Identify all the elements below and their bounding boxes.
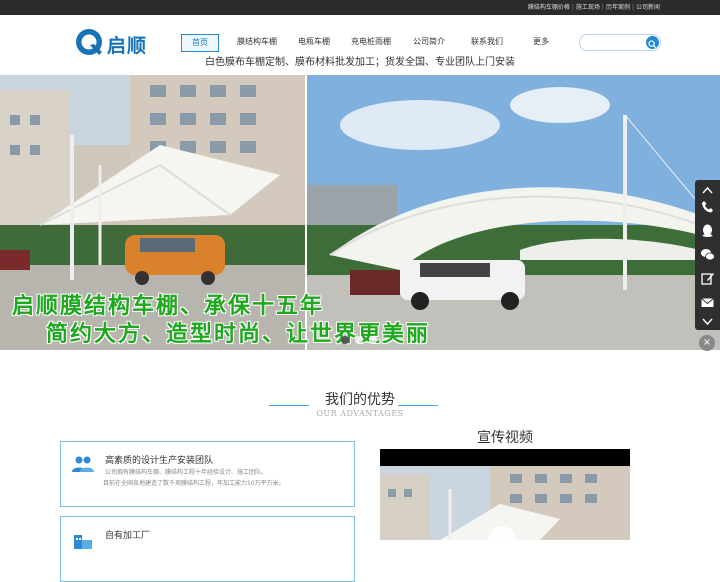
nav-item-membrane-carport[interactable]: 膜结构车棚 — [233, 34, 281, 50]
search-input[interactable] — [584, 36, 646, 49]
hero-banner[interactable]: 启顺膜结构车棚、承保十五年 简约大方、造型时尚、让世界更美丽 — [0, 75, 720, 350]
wechat-icon[interactable] — [700, 247, 715, 262]
slider-dot[interactable] — [369, 336, 377, 344]
nav-item-charging-canopy[interactable]: 充电桩雨棚 — [347, 34, 395, 50]
advantage-card[interactable]: 高素质的设计生产安装团队 公司拥有膜结构车棚、膜结构工程十年经验设计、施工团队。… — [60, 441, 355, 507]
top-link-separator: | — [601, 4, 604, 11]
team-icon — [72, 456, 94, 472]
top-link-separator: | — [631, 4, 634, 11]
top-link[interactable]: 膜结构车棚价格 — [528, 2, 570, 11]
card-description-line: 目前在全国各地建造了数千项膜结构工程，年加工能力10万平方米。 — [103, 480, 285, 487]
qq-icon[interactable] — [700, 223, 715, 238]
nav-item-about[interactable]: 公司简介 — [409, 34, 449, 50]
section-title: 我们的优势 — [325, 392, 395, 408]
nav-item-ebike-shed[interactable]: 电瓶车棚 — [294, 34, 334, 50]
top-link-separator: | — [571, 4, 574, 11]
side-toolbar-close-button[interactable]: × — [699, 335, 715, 351]
factory-icon — [74, 535, 92, 549]
top-link[interactable]: 公司新闻 — [636, 2, 660, 11]
search-button[interactable] — [646, 36, 659, 49]
slider-dot[interactable] — [355, 336, 363, 344]
video-section-title: 宣传视频 — [477, 430, 533, 446]
chevron-down-icon[interactable] — [700, 314, 715, 329]
mail-icon[interactable] — [700, 295, 715, 310]
search-icon — [648, 40, 657, 49]
header-slogan: 白色膜布车棚定制、膜布材料批发加工；货发全国、专业团队上门安装 — [205, 57, 515, 68]
promo-video[interactable] — [380, 449, 630, 540]
card-title: 自有加工厂 — [105, 531, 151, 541]
nav-item-home[interactable]: 首页 — [181, 34, 219, 52]
card-title: 高素质的设计生产安装团队 — [105, 456, 214, 466]
edit-icon[interactable] — [700, 271, 715, 286]
search-box — [579, 34, 661, 51]
top-links: 膜结构车棚价格 | 施工现场 | 历年案例 | 公司新闻 — [528, 2, 660, 11]
nav-item-more[interactable]: 更多 — [528, 34, 554, 50]
title-decoration-line — [398, 405, 438, 406]
nav-item-contact[interactable]: 联系我们 — [467, 34, 507, 50]
side-toolbar — [695, 180, 720, 330]
logo-text[interactable]: 启顺 — [107, 31, 147, 58]
top-link[interactable]: 历年案例 — [606, 2, 630, 11]
slider-dot[interactable] — [341, 336, 349, 344]
video-thumbnail — [380, 449, 630, 540]
section-subtitle: OUR ADVANTAGES — [316, 409, 404, 418]
top-link[interactable]: 施工现场 — [576, 2, 600, 11]
card-description: 公司拥有膜结构车棚、膜结构工程十年经验设计、施工团队。 目前在全国各地建造了数千… — [103, 467, 285, 489]
advantage-card[interactable]: 自有加工厂 — [60, 516, 355, 582]
logo-icon[interactable] — [74, 28, 104, 58]
phone-icon[interactable] — [700, 199, 715, 214]
card-description-line: 公司拥有膜结构车棚、膜结构工程十年经验设计、施工团队。 — [105, 469, 268, 476]
top-bar: 膜结构车棚价格 | 施工现场 | 历年案例 | 公司新闻 — [0, 0, 720, 15]
chevron-up-icon[interactable] — [700, 183, 715, 198]
